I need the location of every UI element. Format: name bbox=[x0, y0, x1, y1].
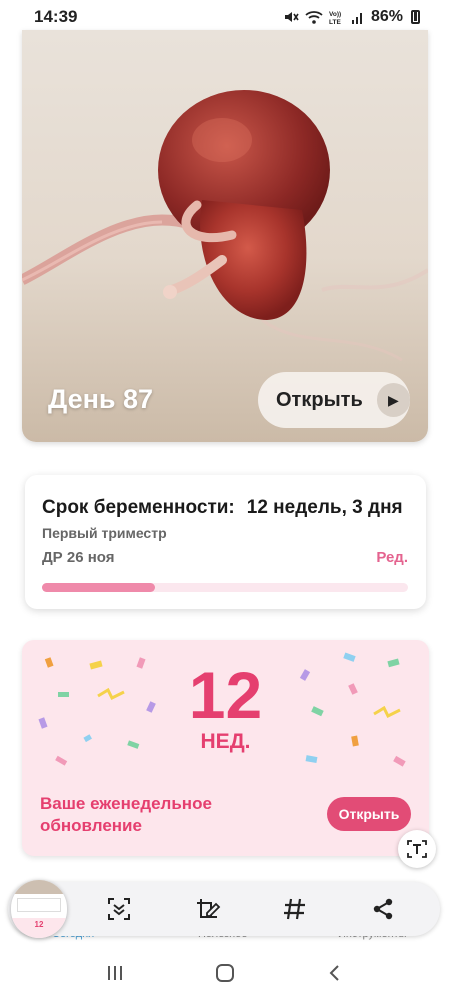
volte-icon: Vo)) LTE bbox=[329, 11, 341, 25]
pregnancy-progress-fill bbox=[42, 583, 156, 592]
due-date: ДР 26 ноя bbox=[42, 549, 115, 566]
open-video-label: Открыть bbox=[276, 388, 363, 411]
svg-text:LTE: LTE bbox=[329, 19, 341, 25]
pregnancy-term-card[interactable]: Срок беременности: 12 недель, 3 дня Первы… bbox=[25, 475, 426, 609]
play-icon: ▶ bbox=[376, 383, 410, 417]
signal-icon bbox=[351, 13, 362, 24]
thumbnail-hero bbox=[11, 880, 67, 894]
pregnancy-progress-bar bbox=[42, 583, 408, 592]
weekly-update-card[interactable]: 12 НЕД. Ваше еженедельное обновление Отк… bbox=[22, 640, 429, 856]
term-prefix: Срок беременности: bbox=[42, 497, 235, 518]
mute-icon bbox=[284, 12, 299, 22]
scroll-capture-icon[interactable] bbox=[103, 893, 135, 925]
term-value: 12 недель, 3 дня bbox=[246, 497, 403, 518]
back-icon[interactable] bbox=[315, 953, 355, 993]
edit-link[interactable]: Ред. bbox=[376, 549, 408, 566]
trimester-label: Первый триместр bbox=[42, 525, 167, 541]
thumbnail-card bbox=[17, 898, 61, 912]
extract-text-button[interactable] bbox=[398, 830, 436, 868]
weekly-open-button[interactable]: Открыть bbox=[327, 797, 411, 831]
battery-percent: 86% bbox=[370, 8, 403, 25]
day-label: День 87 bbox=[48, 384, 154, 414]
week-number: 12 bbox=[188, 658, 263, 732]
home-icon[interactable] bbox=[205, 953, 245, 993]
recent-apps-icon[interactable] bbox=[95, 953, 135, 993]
text-extract-icon bbox=[407, 840, 427, 858]
wifi-icon bbox=[305, 11, 323, 24]
share-icon[interactable] bbox=[367, 893, 399, 925]
pregnancy-term-title: Срок беременности: 12 недель, 3 дня bbox=[42, 497, 403, 519]
draw-crop-icon[interactable] bbox=[191, 893, 223, 925]
status-bar: 14:39 Vo)) LTE 86% bbox=[0, 0, 450, 34]
status-time: 14:39 bbox=[34, 7, 78, 26]
status-icons: Vo)) LTE 86% bbox=[283, 8, 420, 26]
screenshot-toolbar bbox=[8, 882, 440, 936]
screen: 14:39 Vo)) LTE 86% День 87 Открыть ▶ Сро… bbox=[0, 0, 450, 1000]
open-video-button[interactable]: Открыть ▶ bbox=[258, 372, 410, 428]
week-unit: НЕД. bbox=[200, 730, 251, 753]
battery-icon bbox=[411, 10, 420, 24]
svg-text:Vo)): Vo)) bbox=[329, 11, 341, 18]
fetus-video-card[interactable]: День 87 Открыть ▶ bbox=[22, 30, 428, 442]
thumbnail-week-number: 12 bbox=[34, 920, 44, 929]
system-nav-bar bbox=[0, 946, 450, 1000]
tag-icon[interactable] bbox=[279, 893, 311, 925]
screenshot-thumbnail[interactable]: 12 bbox=[11, 880, 67, 938]
weekly-update-text: Ваше еженедельное обновление bbox=[40, 794, 212, 835]
